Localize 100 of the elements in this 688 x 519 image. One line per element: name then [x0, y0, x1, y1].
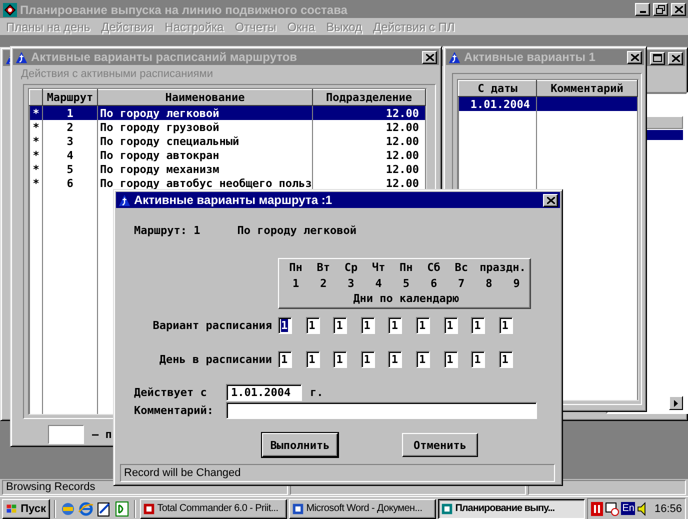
day-label: Сб — [426, 261, 442, 275]
close-icon — [674, 6, 682, 13]
scroll-right-button[interactable] — [669, 396, 683, 410]
column-header[interactable]: Подразделение — [312, 90, 426, 106]
input-field[interactable]: 1 — [306, 317, 320, 334]
input-field[interactable]: 1 — [416, 317, 430, 334]
minimize-icon — [640, 11, 646, 13]
antivirus-icon[interactable] — [591, 502, 604, 516]
table-cell: 12.00 — [312, 134, 426, 148]
input-field[interactable]: 1 — [444, 317, 458, 334]
day-label: праздн. — [478, 261, 527, 275]
dialog-button[interactable]: Отменить — [402, 433, 478, 457]
scheduler-icon[interactable] — [605, 502, 620, 516]
day-label: Чт — [370, 261, 386, 275]
day-number: 8 — [484, 276, 494, 291]
start-button[interactable]: Пуск — [2, 498, 50, 518]
close-button[interactable] — [668, 52, 683, 64]
taskbar-button[interactable]: Microsoft Word - Докумен... — [289, 498, 436, 518]
table-row[interactable]: * 1 По городу легковой 12.00 — [30, 106, 426, 120]
taskbar-button[interactable]: Планирование выпу... — [438, 498, 586, 518]
input-field[interactable]: 1 — [278, 317, 292, 334]
table-row[interactable]: * 3 По городу специальный 12.00 — [30, 134, 426, 148]
table-cell: 2 — [42, 120, 98, 134]
input-field[interactable]: 1 — [278, 351, 292, 368]
input-field[interactable]: 1 — [333, 351, 348, 368]
comment-field[interactable] — [226, 402, 537, 419]
input-field[interactable]: 1 — [388, 351, 402, 368]
close-icon — [426, 54, 434, 60]
input-field[interactable]: 1 — [416, 351, 430, 368]
input-field[interactable]: 1 — [498, 351, 513, 368]
column-header[interactable]: Маршрут — [42, 90, 98, 106]
date-field[interactable]: 1.01.2004 — [226, 384, 302, 401]
restore-button[interactable] — [653, 3, 668, 16]
input-field[interactable]: 1 — [360, 317, 375, 334]
field-label: Вариант расписания — [152, 319, 273, 332]
window-title: Активные варианты 1 — [464, 50, 596, 64]
language-indicator[interactable]: En — [621, 502, 636, 515]
app-title: Планирование выпуска на линию подвижного состава — [20, 2, 348, 16]
field-label: День в расписании — [158, 353, 273, 366]
maximize-icon — [653, 54, 662, 62]
document-icon[interactable] — [114, 500, 130, 516]
field-label: г. — [310, 386, 324, 399]
maximize-button[interactable] — [650, 52, 665, 64]
window-title: Активные варианты маршрута :1 — [134, 193, 332, 207]
window-icon — [15, 50, 28, 64]
table-row[interactable]: * 5 По городу механизм 12.00 — [30, 162, 426, 176]
input-field[interactable] — [48, 425, 84, 444]
table-row[interactable]: * 4 По городу автокран 12.00 — [30, 148, 426, 162]
field-label: Комментарий: — [134, 404, 214, 417]
day-number: 9 — [512, 276, 521, 291]
input-field[interactable]: 1 — [306, 351, 320, 368]
input-field[interactable]: 1 — [498, 317, 513, 334]
taskbar-button[interactable]: Total Commander 6.0 - Priit... — [140, 498, 288, 518]
input-field[interactable]: 1 — [333, 317, 348, 334]
input-field[interactable]: 1 — [444, 351, 458, 368]
table-row[interactable]: * 2 По городу грузовой 12.00 — [30, 120, 426, 134]
table-cell: 1 — [42, 106, 98, 120]
window-title: Активные варианты расписаний маршрутов — [31, 50, 298, 64]
restore-icon — [656, 5, 665, 14]
close-button[interactable] — [671, 3, 686, 16]
table-cell: 12.00 — [312, 120, 426, 134]
day-number: 6 — [429, 276, 438, 291]
dialog-button[interactable]: Выполнить — [262, 433, 338, 457]
selected-row — [646, 130, 683, 140]
app-icon — [292, 502, 304, 514]
days-caption: Дни по календарю — [352, 292, 460, 306]
day-label: Вс — [454, 261, 469, 275]
table-row[interactable]: 1.01.2004 — [458, 96, 638, 111]
input-field[interactable]: 1 — [360, 351, 375, 368]
day-number: 3 — [346, 276, 356, 291]
input-field[interactable]: 1 — [471, 351, 486, 368]
notepad-icon[interactable] — [96, 500, 112, 516]
windows-flag-icon — [6, 502, 18, 516]
app-icon — [143, 502, 156, 514]
input-field[interactable]: 1 — [388, 317, 402, 334]
table-cell: 12.00 — [312, 148, 426, 162]
table-cell: По городу механизм — [98, 162, 312, 176]
day-number: 1 — [291, 276, 300, 291]
app-icon — [3, 2, 17, 16]
column-header[interactable]: С даты — [458, 80, 536, 96]
table-cell: По городу легковой — [98, 106, 312, 120]
close-button[interactable] — [627, 50, 642, 64]
table-cell: 4 — [42, 148, 98, 162]
close-button[interactable] — [422, 50, 437, 64]
clock: 16:56 — [654, 502, 682, 514]
table-cell: 3 — [42, 134, 98, 148]
day-label: Ср — [343, 261, 359, 275]
close-icon — [546, 196, 554, 204]
minimize-button[interactable] — [635, 3, 650, 16]
close-button[interactable] — [543, 194, 558, 206]
column-header[interactable]: Наименование — [98, 90, 312, 106]
table-cell: 12.00 — [312, 162, 426, 176]
day-number: 2 — [319, 276, 328, 291]
column-header[interactable]: Комментарий — [536, 80, 638, 96]
day-label: Пн — [288, 261, 304, 275]
window-icon — [448, 50, 461, 64]
network-icon[interactable] — [60, 500, 76, 516]
day-label: Пн — [398, 261, 414, 275]
input-field[interactable]: 1 — [471, 317, 486, 334]
day-number: 5 — [402, 276, 410, 291]
